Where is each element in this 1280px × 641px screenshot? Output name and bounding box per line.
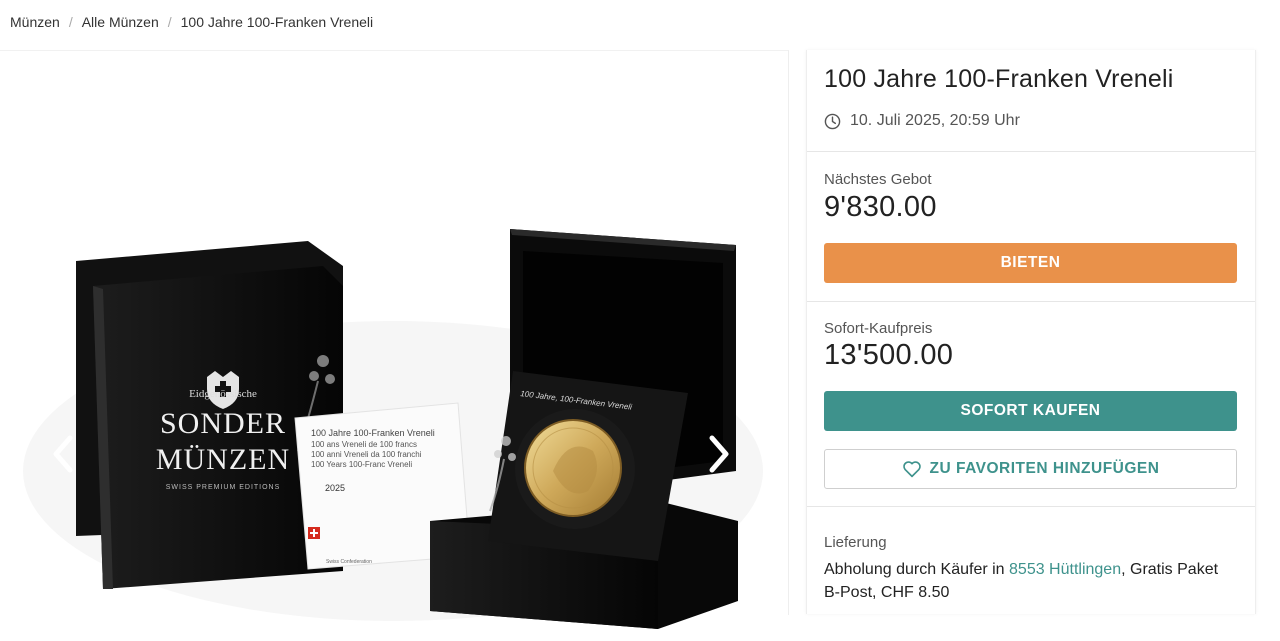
gallery-prev-button[interactable] — [48, 434, 78, 474]
breadcrumb: Münzen / Alle Münzen / 100 Jahre 100-Fra… — [10, 14, 373, 30]
buy-now-label: Sofort-Kaufpreis — [824, 320, 933, 337]
delivery-text-before: Abholung durch Käufer in — [824, 561, 1010, 578]
bid-button[interactable]: BIETEN — [824, 243, 1237, 283]
card-line-1: 100 Jahre 100-Franken Vreneli — [311, 428, 435, 438]
card-line-2: 100 ans Vreneli de 100 francs — [311, 440, 417, 449]
divider — [807, 151, 1255, 152]
card-line-3: 100 anni Vreneli da 100 franchi — [311, 450, 422, 459]
buy-now-button[interactable]: SOFORT KAUFEN — [824, 391, 1237, 431]
auction-panel: 100 Jahre 100-Franken Vreneli 10. Juli 2… — [806, 50, 1256, 614]
chevron-right-icon — [709, 435, 729, 473]
next-bid-value: 9'830.00 — [824, 191, 937, 223]
delivery-label: Lieferung — [824, 534, 887, 551]
breadcrumb-item-muenzen[interactable]: Münzen — [10, 14, 60, 30]
breadcrumb-separator: / — [167, 14, 172, 30]
card-line-4: 100 Years 100-Franc Vreneli — [311, 460, 412, 469]
breadcrumb-item-alle-muenzen[interactable]: Alle Münzen — [82, 14, 159, 30]
breadcrumb-item-current: 100 Jahre 100-Franken Vreneli — [180, 14, 374, 30]
buy-now-value: 13'500.00 — [824, 339, 954, 371]
divider — [807, 301, 1255, 302]
image-gallery: Eidgenössische SONDER MÜNZEN SWISS PREMI… — [0, 50, 789, 629]
box-lid-text-4: SWISS PREMIUM EDITIONS — [166, 484, 281, 491]
box-lid-text-2: SONDER — [160, 407, 286, 440]
box-lid-text-3: MÜNZEN — [156, 443, 290, 476]
card-year: 2025 — [325, 483, 345, 493]
divider — [807, 506, 1255, 507]
delivery-info: Abholung durch Käufer in 8553 Hüttlingen… — [824, 558, 1234, 604]
product-title: 100 Jahre 100-Franken Vreneli — [824, 65, 1174, 93]
clock-icon — [824, 113, 841, 129]
pickup-location-link[interactable]: 8553 Hüttlingen — [1009, 561, 1121, 578]
next-bid-label: Nächstes Gebot — [824, 171, 932, 188]
box-lid-text-1: Eidgenössische — [189, 388, 257, 400]
heart-outline-icon — [902, 461, 921, 478]
end-date-text: 10. Juli 2025, 20:59 Uhr — [850, 112, 1020, 129]
favorites-label: ZU FAVORITEN HINZUFÜGEN — [929, 460, 1160, 477]
auction-end-date: 10. Juli 2025, 20:59 Uhr — [824, 112, 1020, 130]
add-to-favorites-button[interactable]: ZU FAVORITEN HINZUFÜGEN — [824, 449, 1237, 489]
chevron-left-icon — [53, 435, 73, 473]
product-image[interactable]: Eidgenössische SONDER MÜNZEN SWISS PREMI… — [18, 171, 768, 641]
breadcrumb-separator: / — [68, 14, 73, 30]
gallery-next-button[interactable] — [704, 434, 734, 474]
card-footer: Swiss Confederation — [326, 559, 372, 565]
